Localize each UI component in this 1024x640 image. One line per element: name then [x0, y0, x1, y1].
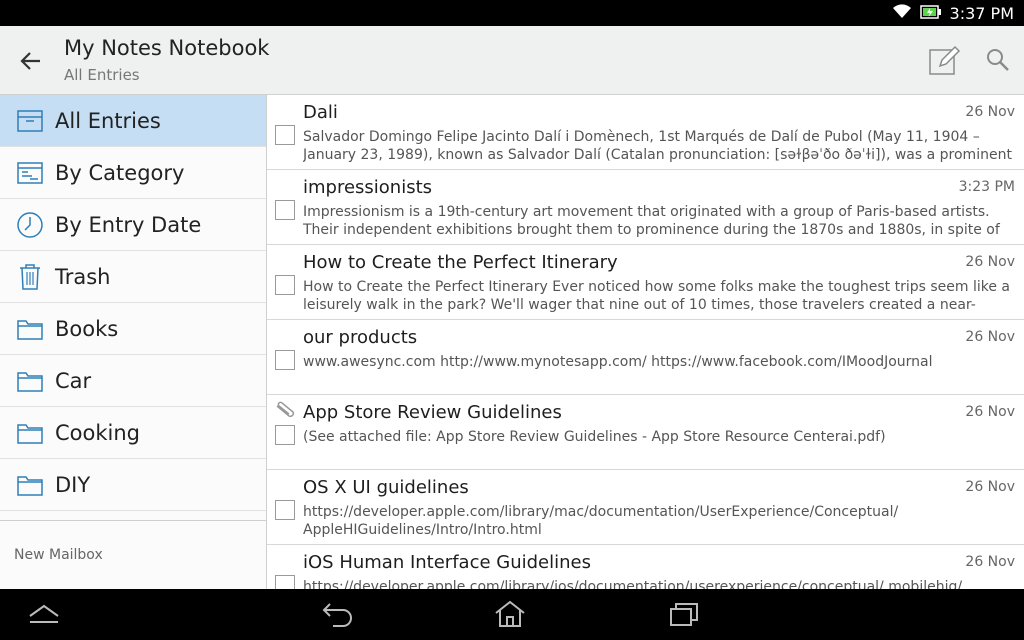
- entry-preview: https://developer.apple.com/library/ios/…: [303, 579, 963, 589]
- entry-checkbox[interactable]: [275, 500, 295, 520]
- sidebar-item-label: All Entries: [55, 108, 161, 133]
- back-icon[interactable]: [318, 597, 358, 631]
- new-mailbox-link[interactable]: New Mailbox: [14, 547, 103, 563]
- search-icon[interactable]: [984, 46, 1012, 74]
- sidebar-item-label: By Category: [55, 160, 185, 185]
- list-item[interactable]: iOS Human Interface Guidelines 26 Nov ht…: [267, 545, 1024, 589]
- new-entry-icon[interactable]: [926, 42, 962, 78]
- clock-icon: [16, 211, 44, 239]
- category-icon: [16, 159, 44, 187]
- entry-preview: (See attached file: App Store Review Gui…: [303, 429, 886, 445]
- entry-title: Dali: [303, 102, 338, 123]
- folder-icon: [16, 471, 44, 499]
- entry-title: OS X UI guidelines: [303, 477, 469, 498]
- entry-preview: Impressionism is a 19th-century art move…: [303, 204, 1000, 238]
- list-item[interactable]: OS X UI guidelines 26 Nov https://develo…: [267, 470, 1024, 545]
- entry-checkbox[interactable]: [275, 575, 295, 589]
- list-item[interactable]: impressionists 3:23 PM Impressionism is …: [267, 170, 1024, 245]
- entry-checkbox[interactable]: [275, 200, 295, 220]
- entry-preview: www.awesync.com http://www.mynotesapp.co…: [303, 354, 933, 370]
- recent-apps-icon[interactable]: [664, 597, 704, 631]
- entry-preview: How to Create the Perfect Itinerary Ever…: [303, 279, 1011, 316]
- sidebar-item-cooking[interactable]: Cooking: [0, 407, 266, 459]
- entry-preview: https://developer.apple.com/library/mac/…: [303, 504, 899, 538]
- entry-checkbox[interactable]: [275, 350, 295, 370]
- folder-icon: [16, 315, 44, 343]
- list-item[interactable]: App Store Review Guidelines 26 Nov (See …: [267, 395, 1024, 470]
- entry-date: 3:23 PM: [958, 179, 1015, 195]
- entry-title: impressionists: [303, 177, 433, 198]
- trash-icon: [16, 263, 44, 291]
- clock-time: 3:37 PM: [949, 3, 1014, 23]
- list-item[interactable]: Dali 26 Nov Salvador Domingo Felipe Jaci…: [267, 95, 1024, 170]
- entry-checkbox[interactable]: [275, 125, 295, 145]
- sidebar-item-label: DIY: [55, 472, 91, 497]
- page-subtitle: All Entries: [64, 66, 140, 84]
- sidebar-item-books[interactable]: Books: [0, 303, 266, 355]
- folder-icon: [16, 367, 44, 395]
- sidebar-item-label: Car: [55, 368, 92, 393]
- wifi-icon: [892, 3, 912, 23]
- battery-charging-icon: [919, 4, 942, 23]
- sidebar-item-by-category[interactable]: By Category: [0, 147, 266, 199]
- entry-title: App Store Review Guidelines: [303, 402, 562, 423]
- status-bar: 3:37 PM: [0, 0, 1024, 26]
- entry-preview: Salvador Domingo Felipe Jacinto Dalí i D…: [303, 129, 1012, 163]
- sidebar-divider: [0, 511, 266, 521]
- entry-date: 26 Nov: [965, 479, 1015, 495]
- list-item[interactable]: How to Create the Perfect Itinerary 26 N…: [267, 245, 1024, 320]
- sidebar-item-trash[interactable]: Trash: [0, 251, 266, 303]
- entry-title: our products: [303, 327, 418, 348]
- entry-date: 26 Nov: [965, 404, 1015, 420]
- sidebar-item-diy[interactable]: DIY: [0, 459, 266, 511]
- entry-title: How to Create the Perfect Itinerary: [303, 252, 618, 273]
- home-up-icon[interactable]: [24, 597, 64, 631]
- sidebar-item-label: Books: [55, 316, 119, 341]
- entry-date: 26 Nov: [965, 104, 1015, 120]
- paperclip-icon: [274, 401, 298, 419]
- inbox-icon: [16, 107, 44, 135]
- entry-date: 26 Nov: [965, 554, 1015, 570]
- folder-icon: [16, 419, 44, 447]
- entry-title: iOS Human Interface Guidelines: [303, 552, 591, 573]
- home-icon[interactable]: [490, 597, 530, 631]
- list-item[interactable]: our products 26 Nov www.awesync.com http…: [267, 320, 1024, 395]
- app-bar: My Notes Notebook All Entries: [0, 26, 1024, 95]
- entries-list: Dali 26 Nov Salvador Domingo Felipe Jaci…: [267, 95, 1024, 589]
- entry-checkbox[interactable]: [275, 425, 295, 445]
- entry-date: 26 Nov: [965, 329, 1015, 345]
- sidebar-item-all-entries[interactable]: All Entries: [0, 95, 266, 147]
- back-arrow-icon[interactable]: [14, 46, 48, 76]
- navigation-bar: [0, 589, 1024, 640]
- sidebar-item-car[interactable]: Car: [0, 355, 266, 407]
- sidebar-item-label: Cooking: [55, 420, 140, 445]
- entry-date: 26 Nov: [965, 254, 1015, 270]
- sidebar-item-by-entry-date[interactable]: By Entry Date: [0, 199, 266, 251]
- sidebar: All Entries By Category By Entry Date Tr…: [0, 95, 267, 589]
- page-title: My Notes Notebook: [64, 36, 270, 60]
- sidebar-item-label: Trash: [55, 264, 111, 289]
- entry-checkbox[interactable]: [275, 275, 295, 295]
- sidebar-item-label: By Entry Date: [55, 212, 202, 237]
